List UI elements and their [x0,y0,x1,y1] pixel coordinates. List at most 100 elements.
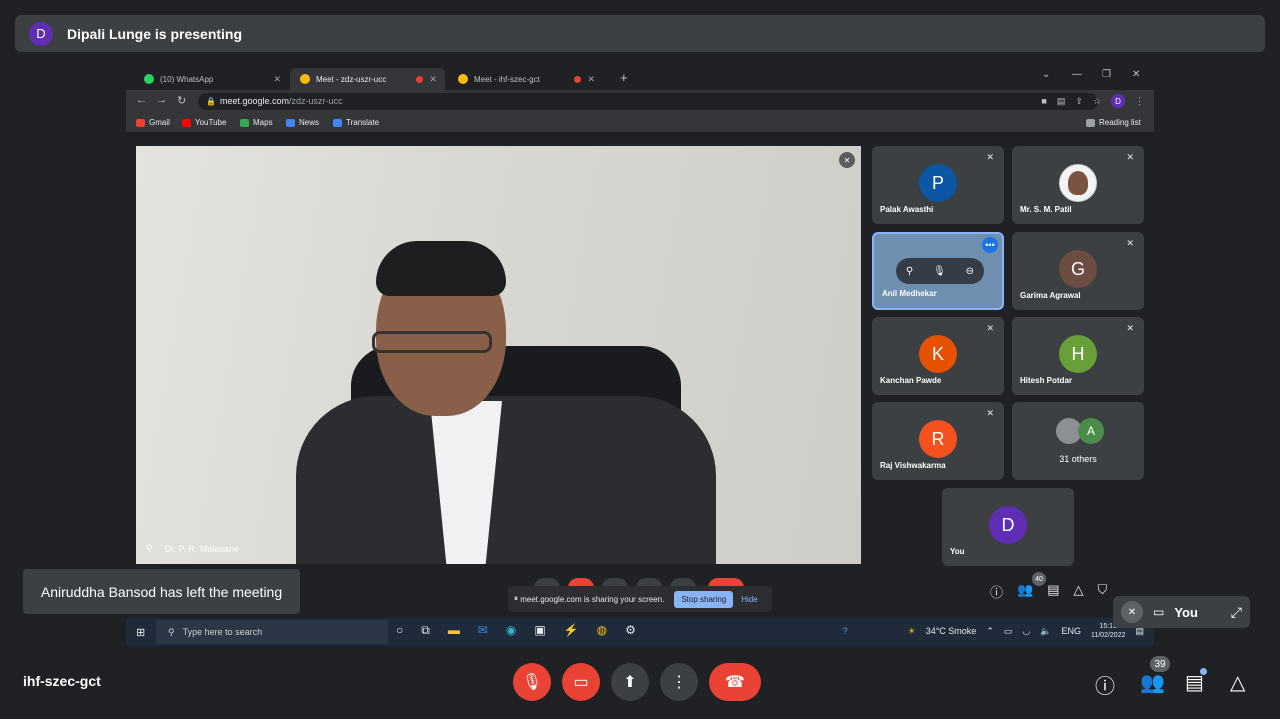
expand-icon[interactable]: ⤢ [1231,604,1242,621]
bookmark-maps[interactable]: Maps [240,118,273,127]
stop-sharing-button[interactable]: Stop sharing [674,590,734,608]
participant-tile[interactable]: H ✕ Hitesh Potdar [1012,317,1144,395]
mail-icon[interactable]: ✉ [478,623,488,638]
mic-off-icon: ✕ [839,152,855,168]
camera-toggle-button[interactable]: ▭ [562,663,600,701]
camera-icon[interactable]: ■ [1041,96,1046,106]
profile-avatar[interactable]: D [1111,94,1125,108]
bookmark-news[interactable]: News [286,118,319,127]
self-avatar: D [989,506,1027,544]
app-icon[interactable]: ⚡ [564,623,579,638]
forward-icon[interactable]: → [156,94,167,106]
close-icon[interactable]: ✕ [587,74,595,85]
edge-icon[interactable]: ◉ [506,623,516,638]
whatsapp-icon [144,74,154,84]
recording-icon [574,75,581,83]
lock-icon: 🔒 [206,97,216,106]
activities-icon[interactable]: △ [1230,670,1245,695]
remove-icon[interactable]: ⊖ [966,266,974,277]
participant-name: Hitesh Potdar [1020,376,1073,385]
bookmark-translate[interactable]: Translate [333,118,379,127]
participant-tile[interactable]: K ✕ Kanchan Pawde [872,317,1004,395]
file-explorer-icon[interactable]: ▬ [448,623,460,638]
people-icon: 👥 [1017,582,1034,597]
bookmark-youtube[interactable]: YouTube [182,118,226,127]
participant-tile[interactable]: ✕ Mr. S. M. Patil [1012,146,1144,224]
present-button[interactable]: ⬆ [611,663,649,701]
menu-icon[interactable]: ⋮ [1135,96,1144,107]
store-icon[interactable]: ▣ [534,623,545,638]
reading-list[interactable]: Reading list [1086,118,1141,127]
meeting-code: ihf-szec-gct [23,673,101,689]
mic-off-icon: ✕ [1126,238,1134,248]
pin-icon[interactable]: ⚲ [906,266,913,277]
person-torso [296,396,716,564]
tab-meet-zdz[interactable]: Meet - zdz-uszr-ucc ✕ [290,68,445,90]
weather-text[interactable]: 34°C Smoke [926,626,977,636]
participant-photo [1059,164,1097,202]
bookmark-label: News [299,118,320,127]
restore-icon[interactable]: ❐ [1102,69,1111,80]
participant-tile[interactable]: G ✕ Garima Agrawal [1012,232,1144,310]
task-view-icon[interactable]: ⧉ [421,623,430,638]
present-screen-icon: ⬆ [623,674,637,691]
close-icon[interactable]: ✕ [429,74,437,85]
bookmark-gmail[interactable]: Gmail [136,118,170,127]
url-field[interactable]: 🔒 meet.google.com/zdz-uszr-ucc [198,93,1098,110]
chevron-up-icon[interactable]: ⌃ [986,626,994,637]
weather-icon: ☀ [907,625,916,636]
back-icon[interactable]: ← [136,94,147,106]
chevron-down-icon[interactable]: ⌄ [1042,69,1050,80]
help-icon[interactable]: ? [843,626,848,636]
window-close-icon[interactable]: ✕ [1132,69,1140,80]
language-indicator[interactable]: ENG [1061,626,1081,636]
main-video[interactable]: ✕ ⚲ Dr. P. R. Malasane [136,146,861,564]
others-tile[interactable]: A 31 others [1012,402,1144,480]
minimize-icon[interactable]: — [1072,69,1082,80]
tab-whatsapp[interactable]: (10) WhatsApp ✕ [134,68,289,90]
leave-call-button[interactable]: ☎ [709,663,761,701]
share-icon[interactable]: ⇪ [1075,96,1083,107]
mic-toggle-button[interactable]: 🎙 [513,663,551,701]
tab-meet-ihf[interactable]: Meet - ihf-szec-gct ✕ [448,68,603,90]
address-actions: ■ ▤ ⇪ ☆ D ⋮ [1041,94,1144,108]
camera-off-icon[interactable]: ▭ [1153,605,1164,619]
mic-off-icon: ✕ [1126,152,1134,162]
meeting-details-icon[interactable]: ⓘ [1095,670,1115,699]
more-options-button[interactable]: ⋮ [660,663,698,701]
reload-icon[interactable]: ↻ [177,94,186,107]
you-tile[interactable]: D You [942,488,1074,566]
windows-start-icon[interactable]: ⊞ [136,626,145,639]
mic-icon[interactable]: 🎙 [933,266,946,277]
participant-name: Raj Vishwakarma [880,461,946,470]
others-count: 31 others [1059,454,1097,464]
settings-icon[interactable]: ⚙ [625,623,636,638]
system-tray: ? ☀ 34°C Smoke ⌃ ▭ ◡ 🔈 ENG 15:15 11/02/2… [843,622,1144,640]
star-icon[interactable]: ☆ [1093,96,1101,107]
self-view-pip[interactable]: ✕ ▭ You ⤢ [1113,596,1250,628]
people-icon[interactable]: 👥 [1140,670,1165,695]
taskbar-search[interactable]: ⚲ Type here to search [156,620,388,644]
presenter-avatar: D [29,21,53,46]
translate-icon[interactable]: ▤ [1057,96,1066,107]
participant-tile-hovered[interactable]: ••• ⚲ 🎙 ⊖ Anil Medhekar [872,232,1004,310]
participant-count-badge: 39 [1150,656,1170,672]
new-tab-icon[interactable]: + [620,70,628,85]
participant-tile[interactable]: P ✕ Palak Awasthi [872,146,1004,224]
cortana-icon[interactable]: ○ [396,623,403,638]
close-icon[interactable]: ✕ [273,74,281,85]
chrome-icon[interactable]: ◍ [597,623,607,638]
hide-button[interactable]: Hide [741,595,757,604]
participant-avatar: P [919,164,957,202]
news-icon [286,118,295,127]
mic-off-icon[interactable]: ✕ [1121,601,1143,623]
address-bar: ← → ↻ 🔒 meet.google.com/zdz-uszr-ucc ■ ▤… [126,90,1154,113]
translate-icon [333,118,342,127]
participant-tile[interactable]: R ✕ Raj Vishwakarma [872,402,1004,480]
more-options-icon[interactable]: ••• [982,237,998,253]
sharing-banner: ⏸ meet.google.com is sharing your screen… [508,586,772,612]
recording-icon [416,75,423,83]
mic-off-icon: ✕ [986,152,994,162]
info-icon: ⓘ [990,585,1004,600]
participant-avatar: A [1078,418,1104,444]
